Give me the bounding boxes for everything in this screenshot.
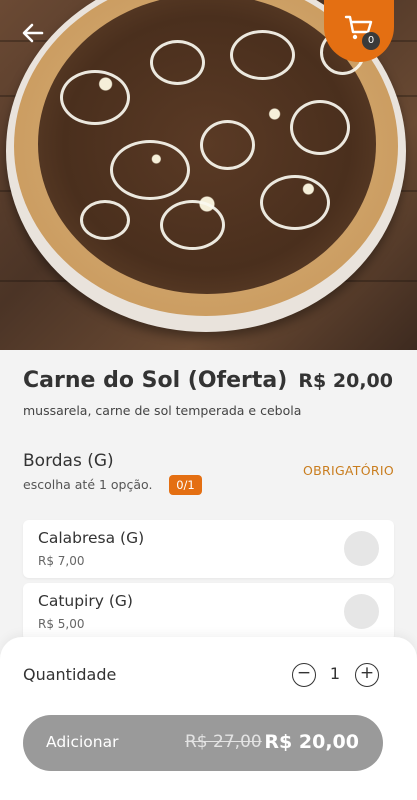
- option-item-calabresa[interactable]: Calabresa (G) R$ 7,00: [23, 520, 394, 578]
- cart-count-badge: 0: [362, 32, 380, 50]
- option-name: Calabresa (G): [38, 529, 145, 547]
- product-price: R$ 20,00: [298, 370, 393, 392]
- option-name: Catupiry (G): [38, 592, 133, 610]
- add-button-label: Adicionar: [46, 733, 119, 751]
- required-label: OBRIGATÓRIO: [302, 463, 394, 478]
- quantity-label: Quantidade: [23, 665, 117, 684]
- option-group-title: Bordas (G): [23, 451, 114, 471]
- back-button[interactable]: [18, 18, 48, 48]
- option-price: R$ 5,00: [38, 617, 85, 631]
- minus-circle-icon[interactable]: −: [292, 663, 316, 687]
- option-item-catupiry[interactable]: Catupiry (G) R$ 5,00: [23, 583, 394, 641]
- bottom-action-panel: Quantidade − 1 + Adicionar R$ 27,00 R$ 2…: [0, 637, 417, 800]
- add-button-price: R$ 20,00: [264, 731, 359, 753]
- quantity-value: 1: [329, 664, 341, 683]
- add-to-cart-button[interactable]: Adicionar R$ 27,00 R$ 20,00: [23, 715, 383, 771]
- option-radio[interactable]: [344, 531, 379, 566]
- option-group-count-badge: 0/1: [169, 475, 202, 495]
- option-price: R$ 7,00: [38, 554, 85, 568]
- plus-circle-icon[interactable]: +: [355, 663, 379, 687]
- product-title: Carne do Sol (Oferta): [23, 368, 288, 393]
- add-button-old-price: R$ 27,00: [185, 732, 262, 752]
- product-description: mussarela, carne de sol temperada e cebo…: [23, 403, 302, 418]
- option-group-subtitle: escolha até 1 opção.: [23, 477, 153, 492]
- option-radio[interactable]: [344, 594, 379, 629]
- arrow-left-icon: [22, 23, 44, 43]
